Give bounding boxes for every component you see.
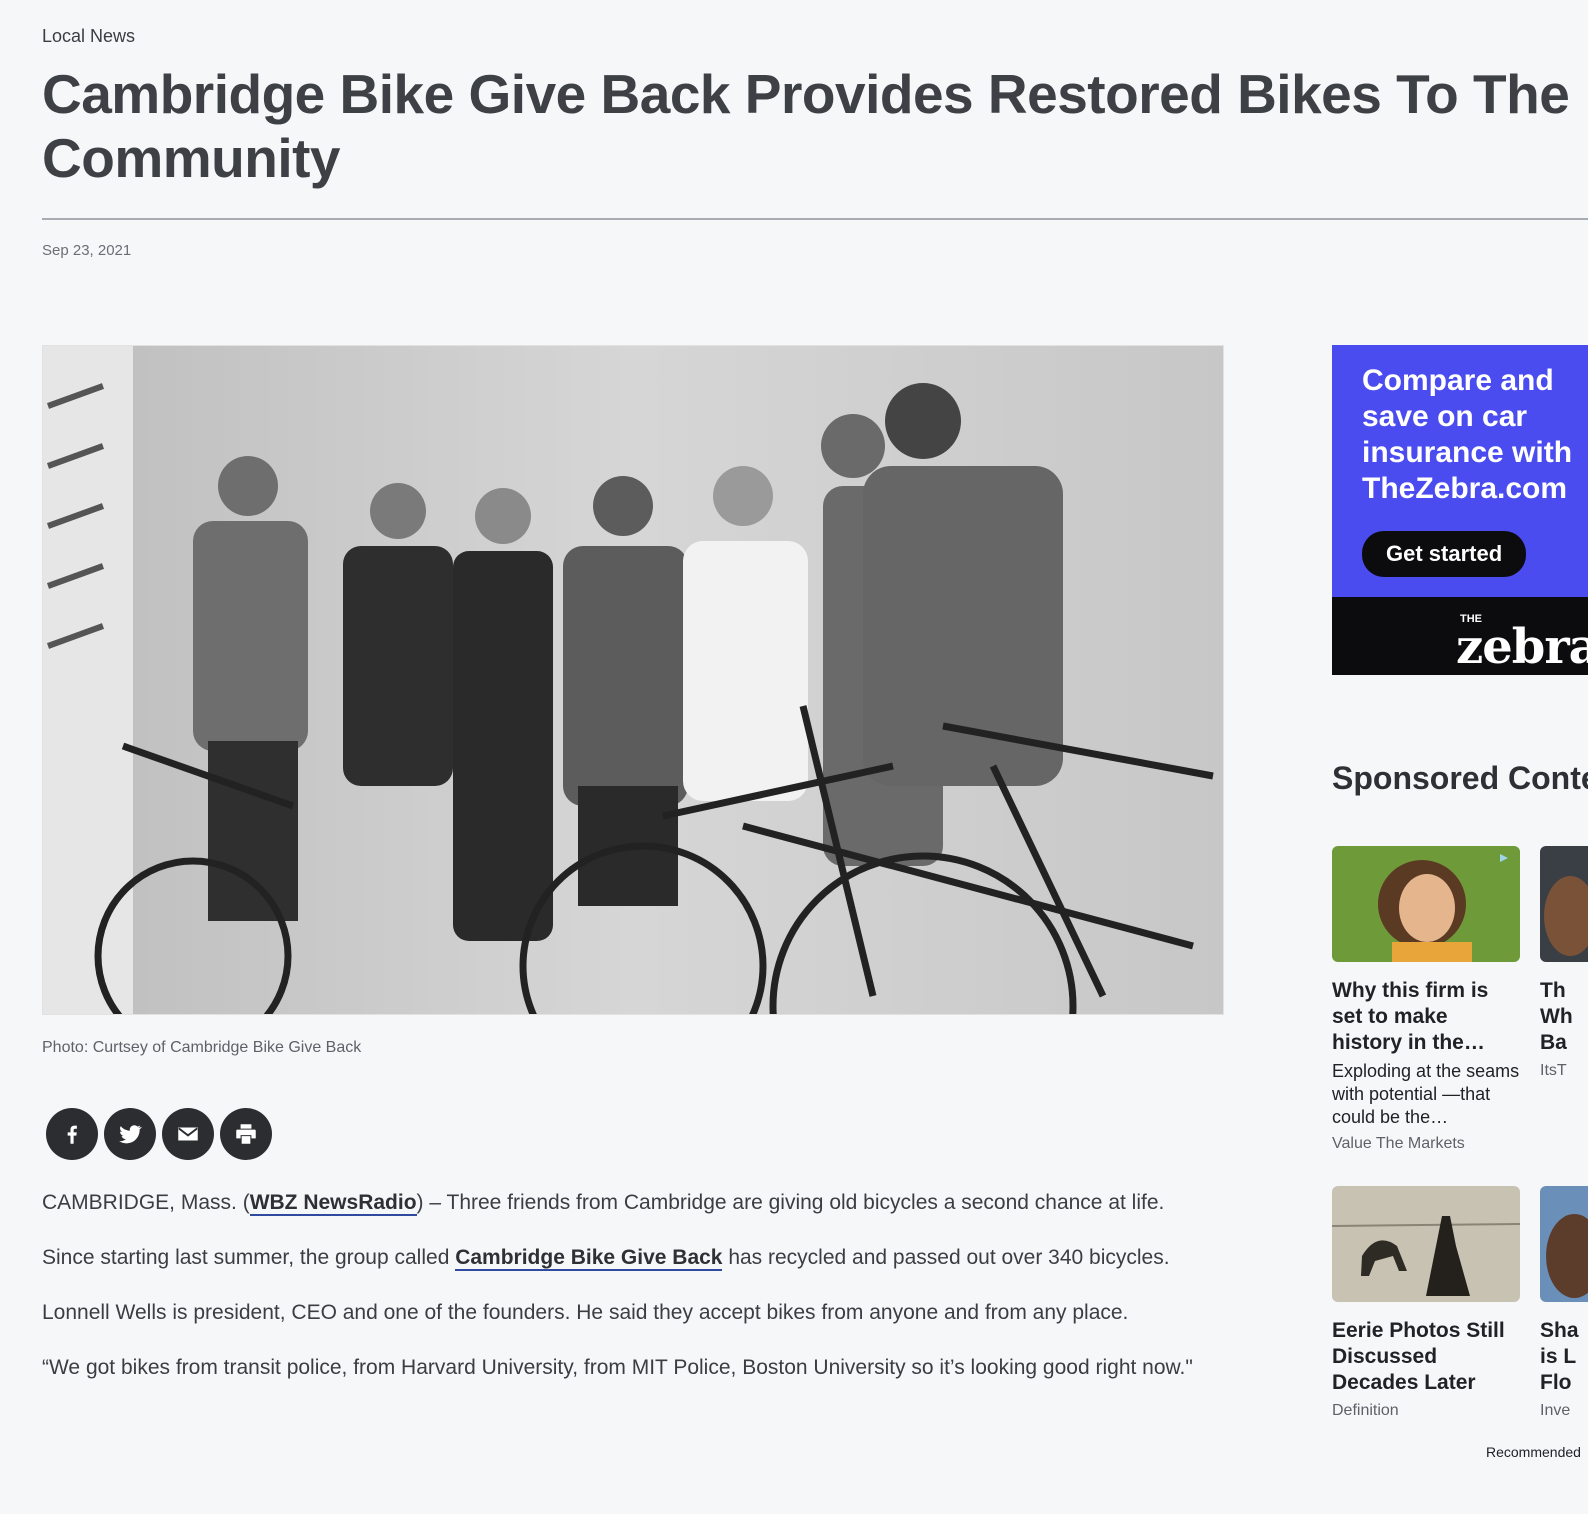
article-headline: Cambridge Bike Give Back Provides Restor… xyxy=(42,63,1570,189)
email-share-button[interactable] xyxy=(162,1108,214,1160)
sponsored-card[interactable]: Why this firm is set to make history in … xyxy=(1332,846,1522,1153)
sponsored-card[interactable]: Th Wh Ba ItsT xyxy=(1540,846,1588,1080)
ad-logo-bar: THE zebra xyxy=(1332,597,1588,675)
card-thumbnail[interactable] xyxy=(1540,1186,1588,1302)
card-title[interactable]: Th Wh Ba xyxy=(1540,978,1588,1056)
sponsored-card[interactable]: Sha is L Flo Inve xyxy=(1540,1186,1588,1420)
ad-line: insurance with xyxy=(1362,436,1573,469)
ad-banner[interactable]: Compare and save on car insurance with T… xyxy=(1332,345,1588,597)
ad-line: save on car xyxy=(1362,400,1528,433)
zebra-ad[interactable]: Compare and save on car insurance with T… xyxy=(1332,345,1588,675)
print-button[interactable] xyxy=(220,1108,272,1160)
recommended-by-label[interactable]: Recommended xyxy=(1486,1444,1581,1460)
sponsored-card[interactable]: Eerie Photos Still Discussed Decades Lat… xyxy=(1332,1186,1522,1420)
sponsored-content-title: Sponsored Content xyxy=(1332,760,1588,796)
card-thumbnail[interactable] xyxy=(1540,846,1588,962)
card-title[interactable]: Why this firm is set to make history in … xyxy=(1332,978,1522,1056)
facebook-icon xyxy=(67,1125,77,1144)
card-thumbnail[interactable] xyxy=(1332,846,1520,962)
twitter-share-button[interactable] xyxy=(104,1108,156,1160)
ad-line: TheZebra.com xyxy=(1362,472,1568,505)
card-source: Inve xyxy=(1540,1402,1571,1419)
text: has recycled and passed out over 340 bic… xyxy=(722,1246,1170,1269)
paragraph-2: Since starting last summer, the group ca… xyxy=(42,1241,1232,1274)
card-source: ItsT xyxy=(1540,1062,1567,1079)
card-thumbnail[interactable] xyxy=(1332,1186,1520,1302)
article-body: CAMBRIDGE, Mass. (WBZ NewsRadio) – Three… xyxy=(42,1186,1232,1406)
ad-line: Compare and xyxy=(1362,364,1554,397)
email-icon xyxy=(178,1127,198,1141)
print-icon xyxy=(236,1124,256,1144)
text: ) – Three friends from Cambridge are giv… xyxy=(416,1191,1165,1214)
facebook-share-button[interactable] xyxy=(46,1108,98,1160)
cambridge-bike-give-back-link[interactable]: Cambridge Bike Give Back xyxy=(455,1246,723,1271)
wbz-newsradio-link[interactable]: WBZ NewsRadio xyxy=(249,1191,417,1216)
card-title[interactable]: Eerie Photos Still Discussed Decades Lat… xyxy=(1332,1318,1522,1396)
card-description[interactable]: Exploding at the seams with potential —t… xyxy=(1332,1060,1522,1129)
text: Since starting last summer, the group ca… xyxy=(42,1246,456,1269)
card-source: Definition xyxy=(1332,1402,1399,1419)
card-title[interactable]: Sha is L Flo xyxy=(1540,1318,1588,1396)
category-label[interactable]: Local News xyxy=(42,26,135,47)
divider xyxy=(42,218,1588,220)
zebra-logo: zebra xyxy=(1456,619,1588,675)
article-photo xyxy=(42,345,1224,1015)
paragraph-1: CAMBRIDGE, Mass. (WBZ NewsRadio) – Three… xyxy=(42,1186,1232,1219)
share-bar xyxy=(46,1108,272,1160)
photo-caption: Photo: Curtsey of Cambridge Bike Give Ba… xyxy=(42,1039,362,1056)
get-started-button[interactable]: Get started xyxy=(1362,531,1527,577)
paragraph-3: Lonnell Wells is president, CEO and one … xyxy=(42,1301,1129,1324)
card-source: Value The Markets xyxy=(1332,1135,1465,1152)
publish-date: Sep 23, 2021 xyxy=(42,242,132,259)
paragraph-4: “We got bikes from transit police, from … xyxy=(42,1356,1193,1379)
text: CAMBRIDGE, Mass. ( xyxy=(42,1191,250,1214)
twitter-icon xyxy=(119,1125,142,1144)
